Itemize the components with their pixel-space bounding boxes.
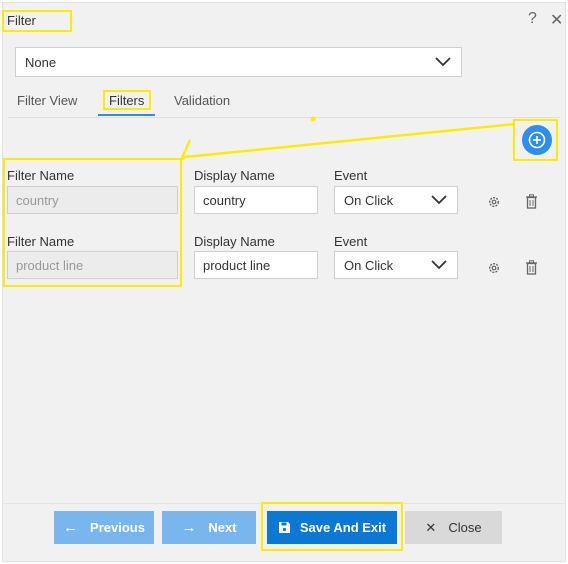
chevron-down-icon xyxy=(431,260,447,270)
add-filter-button[interactable] xyxy=(522,125,552,155)
gear-icon[interactable] xyxy=(487,261,501,275)
plus-circle-icon xyxy=(528,131,546,149)
trash-icon[interactable] xyxy=(525,194,538,209)
filter-name-input: country xyxy=(7,186,178,214)
display-name-label: Display Name xyxy=(194,234,275,249)
gear-icon[interactable] xyxy=(487,195,501,209)
event-select-value: On Click xyxy=(344,257,394,273)
filter-name-label: Filter Name xyxy=(7,168,75,183)
display-name-input[interactable]: country xyxy=(194,186,318,214)
previous-button-label: Previous xyxy=(90,520,145,535)
next-button[interactable]: → Next xyxy=(162,511,256,544)
arrow-left-icon: ← xyxy=(63,519,79,536)
display-name-value: country xyxy=(203,192,246,208)
display-name-label: Display Name xyxy=(194,168,275,183)
filter-name-input: product line xyxy=(7,251,178,279)
arrow-right-icon: → xyxy=(181,519,197,536)
close-x-icon: ✕ xyxy=(425,519,437,535)
save-and-exit-label: Save And Exit xyxy=(299,520,387,535)
event-label: Event xyxy=(334,168,368,183)
close-button[interactable]: ✕ Close xyxy=(405,511,502,544)
filter-name-value: product line xyxy=(16,257,84,273)
save-and-exit-button[interactable]: Save And Exit xyxy=(267,511,397,544)
event-label: Event xyxy=(334,234,368,249)
display-name-input[interactable]: product line xyxy=(194,251,318,279)
event-select[interactable]: On Click xyxy=(334,251,458,279)
event-select[interactable]: On Click xyxy=(334,186,458,214)
filter-name-value: country xyxy=(16,192,59,208)
next-button-label: Next xyxy=(208,520,237,535)
event-select-value: On Click xyxy=(344,192,394,208)
filter-name-label: Filter Name xyxy=(7,234,75,249)
trash-icon[interactable] xyxy=(525,260,538,275)
save-icon xyxy=(278,522,290,533)
display-name-value: product line xyxy=(203,257,271,273)
chevron-down-icon xyxy=(431,195,447,205)
previous-button[interactable]: ← Previous xyxy=(54,511,154,544)
close-button-label: Close xyxy=(448,520,482,535)
